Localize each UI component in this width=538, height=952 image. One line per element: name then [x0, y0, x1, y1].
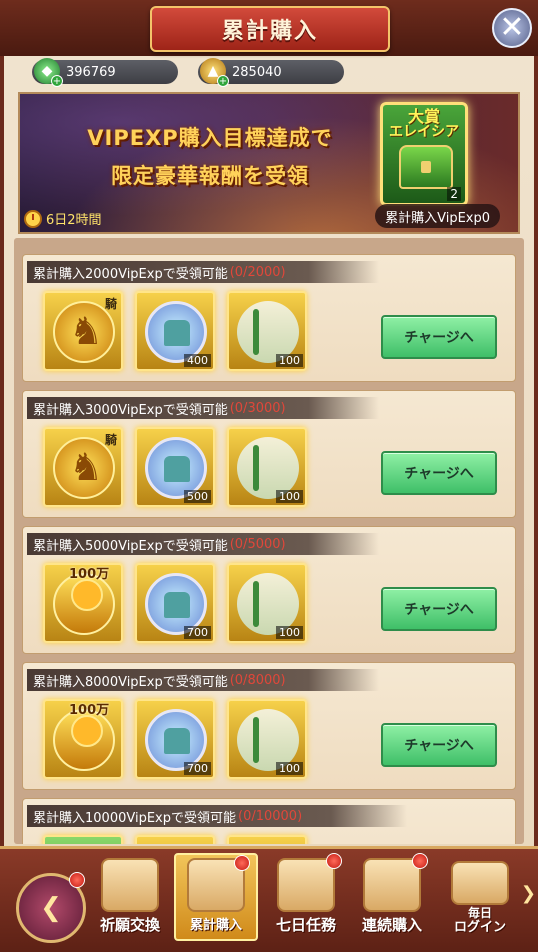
gold-bar-icon: [53, 709, 115, 771]
tier-title: 累計購入10000VipExpで受領可能 (0/10000): [27, 805, 407, 827]
close-icon: ✕: [499, 10, 525, 45]
back-button[interactable]: ❮: [16, 872, 86, 943]
event-banner: VIPEXP購入目標達成で 限定豪華報酬を受領 6日2時間 大賞 エレイシア 2…: [18, 92, 520, 234]
reward-quantity: 100: [276, 626, 303, 639]
reward-quantity: 400: [184, 354, 211, 367]
tab-cumulative-purchase[interactable]: 累計購入: [174, 853, 258, 941]
reward-corner-label: 騎: [104, 433, 117, 447]
reward-quantity: 700: [184, 762, 211, 775]
banner-headline-1: VIPEXP購入目標達成で: [87, 126, 333, 150]
tab-label: 七日任務: [275, 916, 336, 934]
tab-label-line2: ログイン: [453, 920, 506, 935]
tier-progress: (0/5000): [229, 536, 286, 552]
header-bar: 累計購入 ✕: [0, 0, 538, 56]
money-bag-icon: [363, 858, 421, 912]
tab-wish-exchange[interactable]: 祈願交換: [88, 853, 172, 941]
title-ribbon: 累計購入: [150, 6, 390, 52]
reward-quantity: 700: [184, 626, 211, 639]
cards-icon: [277, 858, 335, 912]
add-gold-currency-button[interactable]: +: [217, 75, 229, 87]
tier-progress: (0/3000): [229, 400, 286, 416]
tab-label: 累計購入: [189, 918, 242, 933]
reward-quantity: 100: [276, 762, 303, 775]
tier-card: 累計購入10000VipExpで受領可能 (0/10000): [22, 798, 516, 844]
green-gem-icon[interactable]: ◆ +: [34, 58, 63, 87]
timer-text: 6日2時間: [46, 213, 102, 228]
gold-bar-icon: [53, 573, 115, 635]
tab-daily-login[interactable]: 毎日 ログイン: [438, 853, 522, 941]
close-button[interactable]: ✕: [492, 8, 532, 48]
reward-item[interactable]: 100万: [43, 563, 123, 643]
green-currency-display: ◆ + 396769: [32, 58, 178, 87]
tier-progress: (0/2000): [229, 264, 286, 280]
green-currency-value: 396769: [66, 64, 116, 80]
reward-item[interactable]: 500: [135, 427, 215, 507]
gold-ingot-icon[interactable]: ▲ +: [200, 58, 229, 87]
gold-currency-value: 285040: [232, 64, 282, 80]
notification-dot: [326, 853, 342, 869]
notification-dot: [412, 853, 428, 869]
gift-box-icon: [451, 861, 509, 905]
page-title: 累計購入: [221, 19, 318, 44]
reward-corner-label: 100万: [69, 703, 110, 718]
reward-item[interactable]: 700: [135, 563, 215, 643]
reward-corner-label: 騎: [104, 297, 117, 311]
chest-icon: [399, 145, 453, 189]
reward-item[interactable]: 400: [135, 291, 215, 371]
bottom-nav: ❮ 祈願交換 累計購入 七日任務 連続購入 毎日 ログイン ❯: [0, 846, 538, 952]
reward-quantity: 100: [276, 490, 303, 503]
reward-item[interactable]: 騎: [43, 291, 123, 371]
reward-item[interactable]: [135, 835, 215, 844]
event-timer: 6日2時間: [24, 209, 102, 228]
gold-currency-display: ▲ + 285040: [198, 58, 344, 87]
grand-prize-name: エレイシア: [389, 124, 459, 140]
reward-item[interactable]: [227, 835, 307, 844]
rose-icon: [101, 858, 159, 912]
tier-card: 累計購入5000VipExpで受領可能 (0/5000) 100万 700 100…: [22, 526, 516, 654]
tier-progress: (0/8000): [229, 672, 286, 688]
tab-label: 連続購入: [361, 916, 422, 934]
grand-prize-count: 2: [447, 187, 461, 201]
vip-exp-display: 累計購入VipExp0: [375, 204, 500, 228]
tier-card: 累計購入2000VipExpで受領可能(0/2000) 騎 400 100 チャ…: [22, 254, 516, 382]
clock-icon: [24, 209, 42, 228]
reward-item[interactable]: 100万: [43, 699, 123, 779]
reward-item[interactable]: [43, 835, 123, 844]
charge-button[interactable]: チャージへ: [381, 315, 497, 359]
tier-progress: (0/10000): [238, 808, 303, 824]
reward-quantity: 500: [184, 490, 211, 503]
add-green-currency-button[interactable]: +: [51, 75, 63, 87]
reward-item[interactable]: 騎: [43, 427, 123, 507]
reward-corner-label: 100万: [69, 567, 110, 582]
notification-dot: [234, 855, 250, 871]
reward-item[interactable]: 700: [135, 699, 215, 779]
reward-item[interactable]: 100: [227, 291, 307, 371]
grand-prize-item[interactable]: 大賞 エレイシア 2: [380, 102, 468, 206]
tier-card: 累計購入3000VipExpで受領可能(0/3000) 騎 500 100 チャ…: [22, 390, 516, 518]
charge-button[interactable]: チャージへ: [381, 723, 497, 767]
tier-title: 累計購入2000VipExpで受領可能 (0/2000): [27, 261, 379, 283]
tier-title: 累計購入3000VipExpで受領可能 (0/3000): [27, 397, 379, 419]
tab-label-line1: 毎日: [467, 906, 492, 920]
banner-headline-2: 限定豪華報酬を受領: [111, 164, 309, 188]
reward-item[interactable]: 100: [227, 699, 307, 779]
charge-button[interactable]: チャージへ: [381, 451, 497, 495]
tier-title: 累計購入5000VipExpで受領可能 (0/5000): [27, 533, 379, 555]
tab-consecutive-purchase[interactable]: 連続購入: [350, 853, 434, 941]
notification-dot: [69, 872, 85, 888]
reward-item[interactable]: 100: [227, 427, 307, 507]
tier-card: 累計購入8000VipExpで受領可能 (0/8000) 100万 700 100…: [22, 662, 516, 790]
back-arrow-icon: ❮: [40, 893, 62, 923]
reward-item[interactable]: 100: [227, 563, 307, 643]
tier-title: 累計購入8000VipExpで受領可能 (0/8000): [27, 669, 379, 691]
tier-list[interactable]: 累計購入2000VipExpで受領可能(0/2000) 騎 400 100 チャ…: [14, 238, 524, 844]
tab-seven-day-mission[interactable]: 七日任務: [264, 853, 348, 941]
tab-label: 祈願交換: [99, 916, 160, 934]
reward-quantity: 100: [276, 354, 303, 367]
chevron-right-icon[interactable]: ❯: [521, 883, 536, 904]
charge-button[interactable]: チャージへ: [381, 587, 497, 631]
